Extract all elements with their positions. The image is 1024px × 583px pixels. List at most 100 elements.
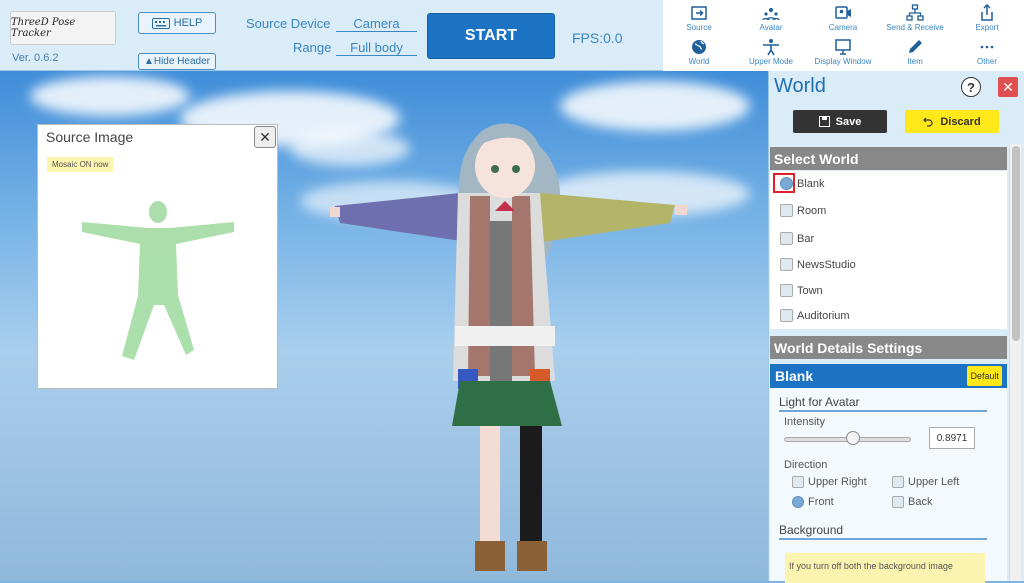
person-silhouette xyxy=(82,201,234,360)
world-option-label: Town xyxy=(797,284,823,297)
source-device-label: Source Device xyxy=(246,16,331,31)
source-icon xyxy=(691,6,707,20)
save-button-label: Save xyxy=(835,115,862,128)
current-world-bar: Blank Default xyxy=(770,364,1007,388)
help-button[interactable]: HELP xyxy=(138,12,216,34)
select-world-header: Select World xyxy=(770,147,1007,170)
direction-front[interactable]: Front xyxy=(792,496,834,508)
version-label: Ver. 0.6.2 xyxy=(12,52,59,64)
globe-icon xyxy=(692,40,706,54)
toolbar-send-receive[interactable]: Send & Receive xyxy=(880,0,950,34)
radio-unselected[interactable] xyxy=(780,232,793,245)
scrollbar-thumb[interactable] xyxy=(1012,146,1020,341)
avatar-model xyxy=(330,123,687,571)
range-dropdown[interactable]: Full body xyxy=(336,40,417,56)
world-panel: World ? ✕ Save Discard Select World Blan… xyxy=(768,71,1024,583)
toolbar-other-label: Other xyxy=(976,57,997,66)
intensity-slider-handle[interactable] xyxy=(846,431,860,445)
world-option-label: Auditorium xyxy=(797,309,850,322)
main-toolbar: Source Avatar Camera Send & Receive Expo… xyxy=(663,0,1024,71)
radio-unselected[interactable] xyxy=(792,476,804,488)
discard-button-label: Discard xyxy=(940,115,981,128)
world-close-button[interactable]: ✕ xyxy=(998,77,1018,97)
radio-unselected[interactable] xyxy=(780,309,793,322)
world-option-auditorium[interactable]: Auditorium xyxy=(780,309,850,322)
world-panel-scrollbar[interactable] xyxy=(1009,144,1021,581)
pen-icon xyxy=(909,40,922,53)
toolbar-avatar-label: Avatar xyxy=(759,23,783,32)
toolbar-other[interactable]: Other xyxy=(952,34,1022,68)
source-panel-close-button[interactable]: ✕ xyxy=(254,126,276,148)
toolbar-camera-label: Camera xyxy=(828,23,858,32)
camera-icon xyxy=(835,6,851,19)
save-button[interactable]: Save xyxy=(793,110,887,133)
direction-upper-right[interactable]: Upper Right xyxy=(792,476,867,488)
world-option-newsstudio[interactable]: NewsStudio xyxy=(780,258,856,271)
direction-back[interactable]: Back xyxy=(892,496,932,508)
intensity-input[interactable]: 0.8971 xyxy=(929,427,975,449)
world-list: Blank Room Bar NewsStudio Town Auditoriu… xyxy=(770,171,1007,329)
direction-upper-left[interactable]: Upper Left xyxy=(892,476,959,488)
direction-label-text: Front xyxy=(808,496,834,508)
start-button[interactable]: START xyxy=(427,13,555,59)
app-header: ThreeD Pose Tracker Ver. 0.6.2 HELP ▲Hid… xyxy=(0,0,1024,71)
current-world-label: Blank xyxy=(775,368,814,384)
avatar-icon xyxy=(762,8,780,21)
toolbar-item[interactable]: Item xyxy=(880,34,950,68)
world-option-room[interactable]: Room xyxy=(780,204,826,217)
world-details-body: Light for Avatar Intensity 0.8971 Direct… xyxy=(770,388,1007,583)
default-button[interactable]: Default xyxy=(967,366,1002,386)
upper-mode-icon xyxy=(763,39,779,56)
background-tip: If you turn off both the background imag… xyxy=(785,553,985,583)
undo-icon xyxy=(923,117,933,127)
world-option-label: Room xyxy=(797,204,827,217)
radio-unselected[interactable] xyxy=(780,258,793,271)
toolbar-camera[interactable]: Camera xyxy=(808,0,878,34)
radio-selected[interactable] xyxy=(792,496,804,508)
source-image-panel: Source Image ✕ Mosaic ON now xyxy=(37,124,278,389)
toolbar-upper-mode-label: Upper Mode xyxy=(748,57,794,66)
light-for-avatar-header: Light for Avatar xyxy=(779,395,987,412)
toolbar-export[interactable]: Export xyxy=(952,0,1022,34)
radio-unselected[interactable] xyxy=(780,284,793,297)
world-option-bar[interactable]: Bar xyxy=(780,232,814,245)
direction-label-text: Upper Left xyxy=(908,476,960,488)
radio-unselected[interactable] xyxy=(892,476,904,488)
world-option-town[interactable]: Town xyxy=(780,284,823,297)
radio-selected[interactable] xyxy=(780,177,793,190)
export-icon xyxy=(981,4,993,21)
toolbar-source[interactable]: Source xyxy=(664,0,734,34)
more-icon xyxy=(980,45,994,49)
hide-header-button[interactable]: ▲Hide Header xyxy=(138,53,216,70)
fps-readout: FPS:0.0 xyxy=(572,30,623,46)
toolbar-export-label: Export xyxy=(975,23,999,32)
range-label: Range xyxy=(293,40,332,55)
monitor-icon xyxy=(835,39,851,55)
direction-label: Direction xyxy=(784,459,828,471)
toolbar-upper-mode[interactable]: Upper Mode xyxy=(736,34,806,68)
discard-button[interactable]: Discard xyxy=(905,110,999,133)
radio-unselected[interactable] xyxy=(892,496,904,508)
mosaic-badge: Mosaic ON now xyxy=(47,157,114,172)
keyboard-icon xyxy=(151,17,170,29)
help-button-label: HELP xyxy=(173,17,203,29)
source-image-title: Source Image xyxy=(46,129,134,145)
world-details-header: World Details Settings xyxy=(770,336,1007,359)
world-help-button[interactable]: ? xyxy=(961,77,981,97)
world-panel-title: World xyxy=(774,75,826,97)
toolbar-send-receive-label: Send & Receive xyxy=(886,23,944,32)
radio-unselected[interactable] xyxy=(780,204,793,217)
world-option-blank[interactable]: Blank xyxy=(780,177,825,190)
3d-viewport[interactable]: Source Image ✕ Mosaic ON now xyxy=(0,71,768,581)
toolbar-source-label: Source xyxy=(686,23,712,32)
toolbar-world[interactable]: World xyxy=(664,34,734,68)
floppy-icon xyxy=(818,116,830,127)
world-option-label: Bar xyxy=(797,232,815,245)
toolbar-display-window-label: Display Window xyxy=(814,57,872,66)
toolbar-display-window[interactable]: Display Window xyxy=(808,34,878,68)
app-logo: ThreeD Pose Tracker xyxy=(10,11,116,45)
toolbar-item-label: Item xyxy=(907,57,923,66)
source-device-dropdown[interactable]: Camera xyxy=(336,16,417,32)
world-option-label: Blank xyxy=(797,177,825,190)
toolbar-avatar[interactable]: Avatar xyxy=(736,0,806,34)
